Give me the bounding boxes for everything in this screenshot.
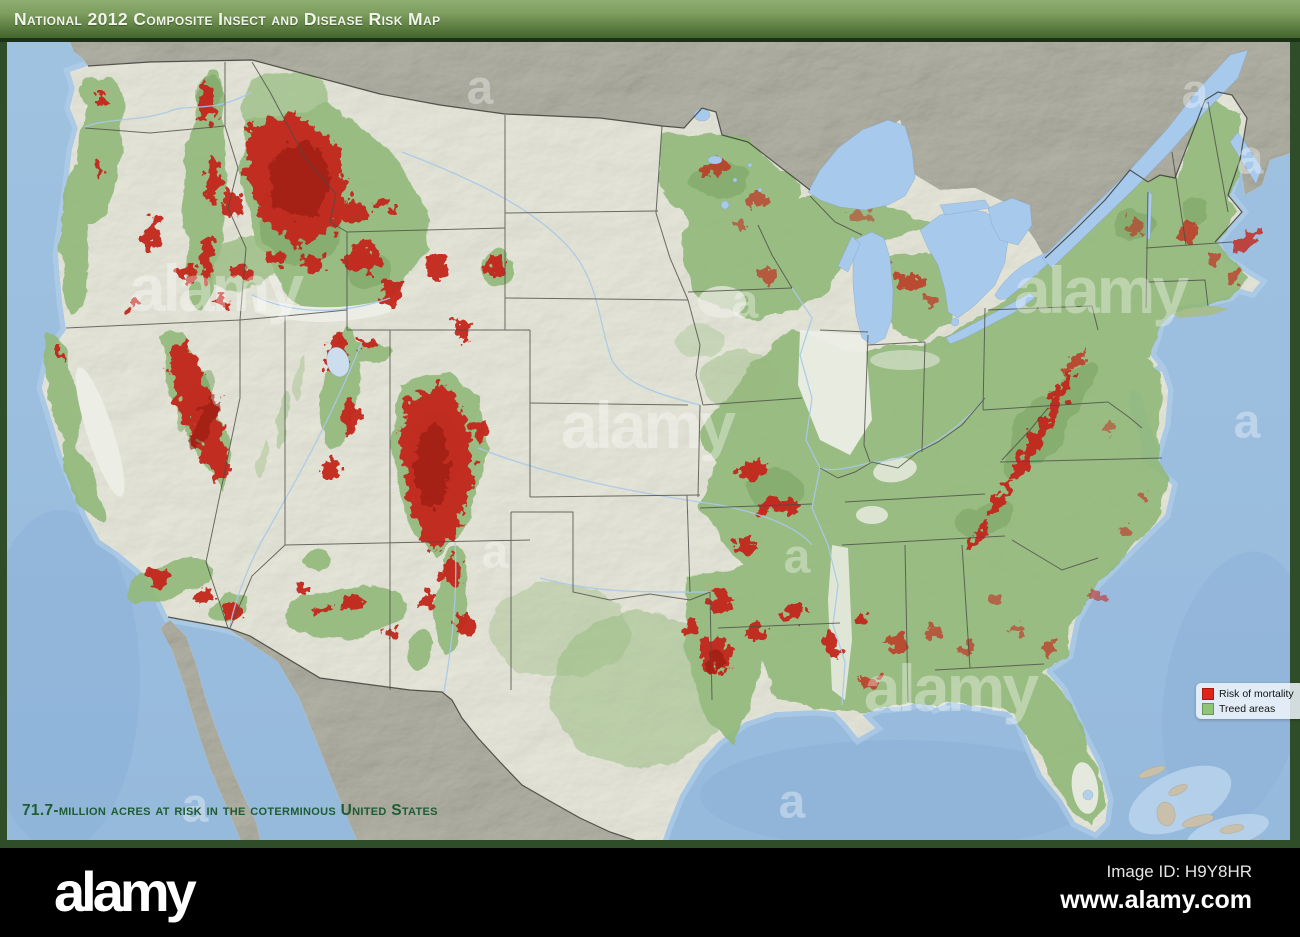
stock-photo-page: National 2012 Composite Insect and Disea… (0, 0, 1300, 937)
map-legend: Risk of mortality Treed areas (1196, 683, 1300, 719)
treed-areas-swatch (1202, 703, 1214, 715)
alamy-footer-bar: alamy Image ID: H9Y8HR www.alamy.com (0, 848, 1300, 937)
legend-item-treed: Treed areas (1202, 703, 1298, 715)
title-bar-divider (0, 38, 1300, 42)
lake-st-clair (950, 317, 960, 327)
us-risk-map-graphic (7, 42, 1290, 840)
map-title: National 2012 Composite Insect and Disea… (14, 9, 441, 29)
alamy-url: www.alamy.com (1060, 886, 1252, 914)
legend-label: Risk of mortality (1219, 687, 1294, 700)
alamy-logo: alamy (54, 859, 197, 923)
map-caption: 71.7-million acres at risk in the coterm… (22, 802, 438, 819)
title-bar: National 2012 Composite Insect and Disea… (0, 0, 1300, 38)
image-id-text: Image ID: H9Y8HR (1106, 862, 1253, 881)
legend-label: Treed areas (1219, 702, 1276, 715)
legend-item-risk: Risk of mortality (1202, 688, 1298, 700)
lake-okeechobee (1082, 789, 1094, 801)
risk-of-mortality-swatch (1202, 688, 1214, 700)
map-frame (0, 42, 1300, 848)
